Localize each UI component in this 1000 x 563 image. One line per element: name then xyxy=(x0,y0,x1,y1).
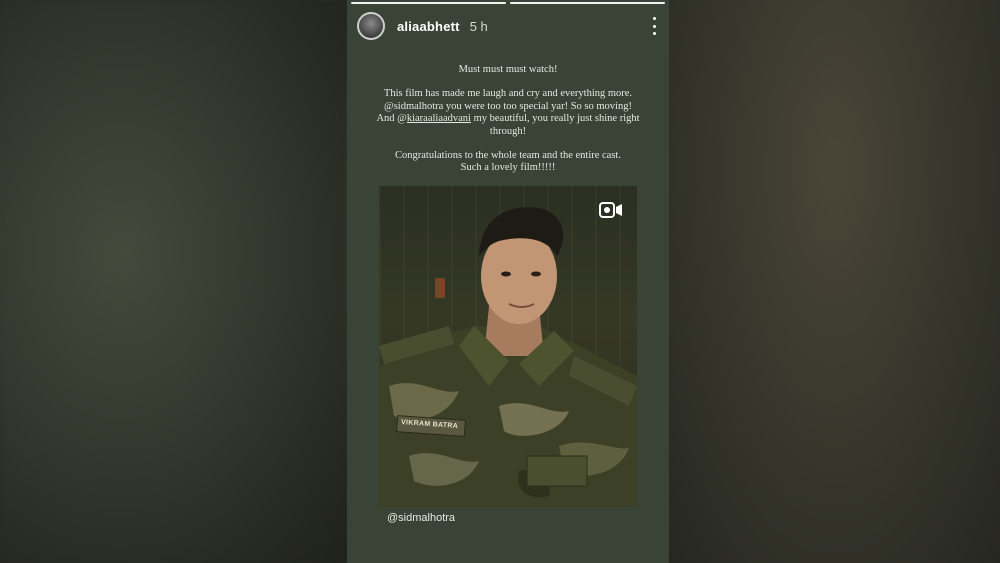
caption-line: Must must must watch! xyxy=(458,64,558,75)
caption-text: my beautiful, you really just shine righ… xyxy=(470,113,640,125)
blurred-background-right xyxy=(669,0,1000,563)
progress-segment xyxy=(510,2,665,4)
caption-text: And @ xyxy=(376,113,407,125)
reel-camera-icon[interactable] xyxy=(599,202,623,218)
username[interactable]: aliaabhett xyxy=(397,19,460,34)
blurred-background-left xyxy=(0,0,347,563)
story-progress-bar xyxy=(351,2,665,4)
avatar[interactable] xyxy=(357,12,385,40)
story-frame: aliaabhett 5 h Must must must watch! Thi… xyxy=(347,0,669,563)
shared-photo[interactable]: VIKRAM BATRA xyxy=(379,186,637,507)
caption-line: Congratulations to the whole team and th… xyxy=(395,150,621,162)
progress-segment xyxy=(351,2,506,4)
story-header: aliaabhett 5 h xyxy=(357,12,659,40)
soldier-illustration xyxy=(379,207,637,507)
caption-line: And @kiaraaliaadvani my beautiful, you r… xyxy=(357,113,659,125)
mention-tag[interactable]: @sidmalhotra xyxy=(387,512,455,524)
caption-line: This film has made me laugh and cry and … xyxy=(383,88,633,100)
post-time: 5 h xyxy=(469,18,488,34)
caption-line: through! xyxy=(489,125,527,137)
caption-line: @sidmalhotra you were too too special ya… xyxy=(384,100,632,112)
story-caption: Must must must watch! This film has made… xyxy=(357,64,659,175)
more-vertical-icon[interactable] xyxy=(649,17,659,35)
mention-link[interactable]: kiaraaliaadvani xyxy=(407,113,471,124)
caption-line: Such a lovely film!!!!! xyxy=(460,162,556,174)
